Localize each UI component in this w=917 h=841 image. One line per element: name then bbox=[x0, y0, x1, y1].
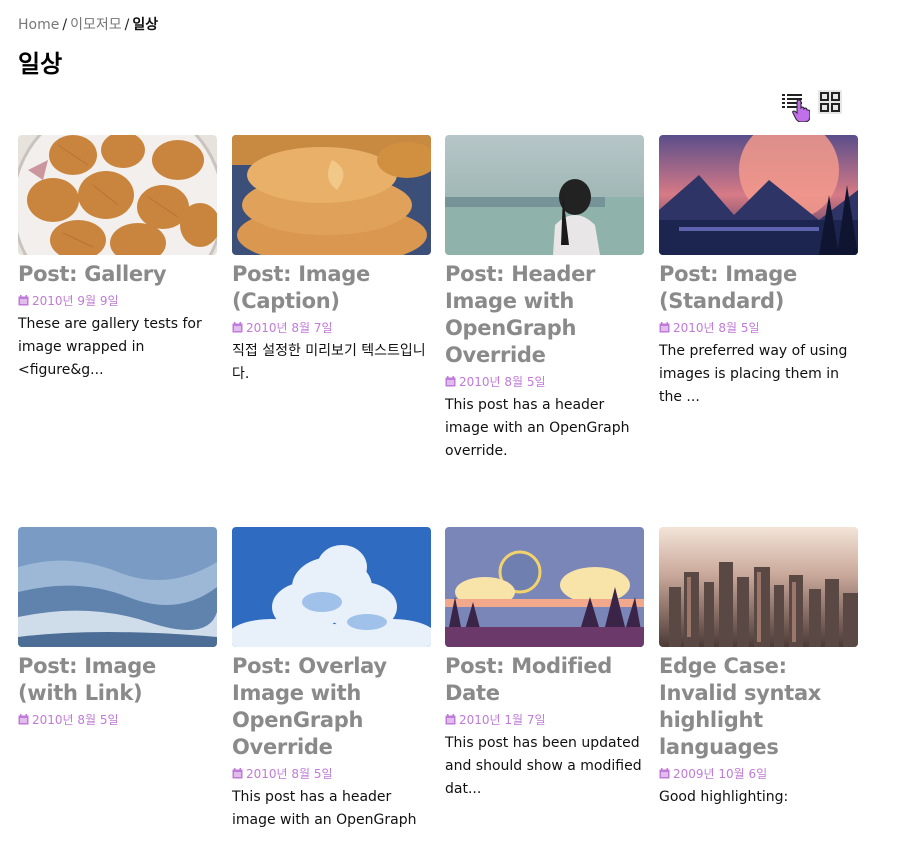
post-card[interactable]: Post: Overlay Image with OpenGraph Overr… bbox=[232, 527, 431, 832]
post-date: 2009년 10월 6일 bbox=[659, 765, 858, 782]
calendar-icon bbox=[232, 768, 243, 779]
post-excerpt: These are gallery tests for image wrappe… bbox=[18, 316, 202, 378]
view-toggle bbox=[780, 90, 842, 122]
post-title[interactable]: Post: Header Image with OpenGraph Overri… bbox=[445, 261, 644, 369]
breadcrumb-separator: / bbox=[62, 17, 68, 33]
calendar-icon bbox=[445, 714, 456, 725]
breadcrumb-current: 일상 bbox=[132, 17, 159, 33]
post-excerpt: This post has a header image with an Ope… bbox=[232, 789, 417, 828]
breadcrumb-separator: / bbox=[124, 17, 130, 33]
hand-cursor-icon bbox=[792, 100, 810, 122]
page-title: 일상 bbox=[18, 50, 63, 78]
post-title[interactable]: Post: Modified Date bbox=[445, 653, 644, 707]
post-excerpt: Good highlighting: bbox=[659, 789, 789, 805]
calendar-icon bbox=[18, 714, 29, 725]
post-card[interactable]: Post: Modified Date 2010년 1월 7일 This pos… bbox=[445, 527, 644, 801]
calendar-icon bbox=[445, 376, 456, 387]
post-excerpt: The preferred way of using images is pla… bbox=[659, 343, 848, 405]
post-title[interactable]: Edge Case: Invalid syntax highlight lang… bbox=[659, 653, 858, 761]
post-title[interactable]: Post: Gallery bbox=[18, 261, 217, 288]
calendar-icon bbox=[659, 768, 670, 779]
post-title[interactable]: Post: Image (Standard) bbox=[659, 261, 858, 315]
post-date: 2010년 8월 7일 bbox=[232, 319, 431, 336]
post-thumbnail[interactable] bbox=[445, 527, 644, 647]
post-thumbnail[interactable] bbox=[659, 527, 858, 647]
post-card[interactable]: Post: Gallery 2010년 9월 9일 These are gall… bbox=[18, 135, 217, 382]
breadcrumb-home-link[interactable]: Home bbox=[18, 17, 59, 33]
post-excerpt: 직접 설정한 미리보기 텍스트입니다. bbox=[232, 343, 426, 382]
post-thumbnail[interactable] bbox=[659, 135, 858, 255]
post-date: 2010년 1월 7일 bbox=[445, 711, 644, 728]
post-card[interactable]: Post: Image (Standard) 2010년 8월 5일 The p… bbox=[659, 135, 858, 409]
post-title[interactable]: Post: Image (with Link) bbox=[18, 653, 217, 707]
post-card[interactable]: Post: Image (with Link) 2010년 8월 5일 bbox=[18, 527, 217, 728]
post-excerpt: This post has a header image with an Ope… bbox=[445, 397, 630, 459]
post-date: 2010년 8월 5일 bbox=[659, 319, 858, 336]
calendar-icon bbox=[232, 322, 243, 333]
list-view-button[interactable] bbox=[780, 90, 810, 122]
post-date: 2010년 9월 9일 bbox=[18, 292, 217, 309]
calendar-icon bbox=[659, 322, 670, 333]
post-thumbnail[interactable] bbox=[232, 527, 431, 647]
post-thumbnail[interactable] bbox=[445, 135, 644, 255]
post-excerpt: This post has been updated and should sh… bbox=[445, 735, 642, 797]
post-date: 2010년 8월 5일 bbox=[232, 765, 431, 782]
post-card[interactable]: Post: Image (Caption) 2010년 8월 7일 직접 설정한… bbox=[232, 135, 431, 386]
grid-view-button[interactable] bbox=[818, 90, 842, 114]
post-thumbnail[interactable] bbox=[18, 135, 217, 255]
calendar-icon bbox=[18, 295, 29, 306]
post-date: 2010년 8월 5일 bbox=[18, 711, 217, 728]
post-title[interactable]: Post: Overlay Image with OpenGraph Overr… bbox=[232, 653, 431, 761]
post-thumbnail[interactable] bbox=[232, 135, 431, 255]
breadcrumb: Home / 이모저모 / 일상 bbox=[18, 14, 158, 34]
post-thumbnail[interactable] bbox=[18, 527, 217, 647]
post-card[interactable]: Post: Header Image with OpenGraph Overri… bbox=[445, 135, 644, 463]
breadcrumb-category-link[interactable]: 이모저모 bbox=[70, 17, 122, 33]
post-date: 2010년 8월 5일 bbox=[445, 373, 644, 390]
post-card[interactable]: Edge Case: Invalid syntax highlight lang… bbox=[659, 527, 858, 809]
post-title[interactable]: Post: Image (Caption) bbox=[232, 261, 431, 315]
grid-icon bbox=[820, 92, 840, 112]
